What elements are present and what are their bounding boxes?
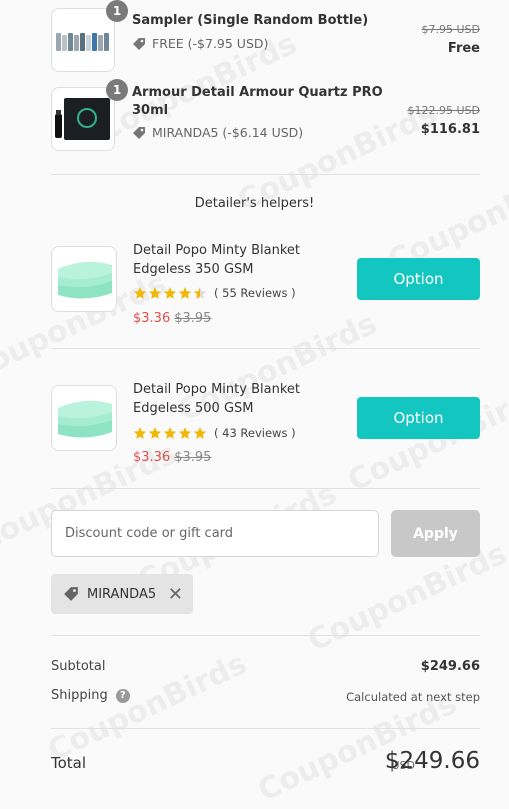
- upsell-item-title: Detail Popo Minty Blanket Edgeless 500 G…: [133, 380, 300, 418]
- divider: [51, 635, 480, 636]
- line-item-price: Free: [447, 41, 480, 56]
- product-image-armour-quartz: [51, 87, 115, 151]
- discount-code-placeholder: Discount code or gift card: [65, 526, 234, 541]
- star-icon: [148, 427, 162, 439]
- quantity-badge: 1: [106, 79, 128, 101]
- line-item-discount: MIRANDA5 (-$6.14 USD): [132, 125, 303, 140]
- star-icon: [163, 287, 177, 299]
- upsell-item-title: Detail Popo Minty Blanket Edgeless 350 G…: [133, 241, 300, 279]
- line-item-discount-text: MIRANDA5 (-$6.14 USD): [152, 125, 304, 140]
- upsell-price: $3.36 $3.95: [133, 311, 211, 326]
- upsell-section-title: Detailer's helpers!: [194, 196, 315, 211]
- applied-discount-chip: MIRANDA5 ✕: [51, 574, 193, 614]
- line-item-original-price: $7.95 USD: [421, 23, 481, 36]
- star-icon: [178, 287, 192, 299]
- help-icon[interactable]: ?: [115, 688, 130, 703]
- divider: [51, 728, 480, 729]
- line-item-discount: FREE (-$7.95 USD): [132, 36, 268, 51]
- line-item-title: Armour Detail Armour Quartz PRO 30ml: [132, 84, 383, 120]
- line-item-price: $116.81: [420, 122, 480, 137]
- quantity-badge: 1: [106, 0, 128, 22]
- line-item-discount-text: FREE (-$7.95 USD): [152, 36, 269, 51]
- rating-stars: ( 55 Reviews ): [133, 286, 296, 300]
- total-value: $249.66: [384, 748, 480, 774]
- sale-price: $3.36: [133, 311, 171, 326]
- star-half-icon: [193, 287, 207, 299]
- upsell-item-title-line1: Detail Popo Minty Blanket: [133, 243, 300, 258]
- divider: [51, 348, 480, 349]
- line-item-original-price: $122.95 USD: [407, 104, 481, 117]
- star-icon: [133, 427, 147, 439]
- subtotal-label: Subtotal: [51, 659, 106, 674]
- sale-price: $3.36: [133, 450, 171, 465]
- upsell-price: $3.36 $3.95: [133, 450, 211, 465]
- divider: [51, 488, 480, 489]
- product-image-minty-blanket-500: [51, 385, 117, 451]
- applied-discount-code: MIRANDA5: [87, 586, 157, 602]
- tag-icon: [133, 126, 145, 139]
- product-image-minty-blanket-350: [51, 246, 117, 312]
- upsell-item-title-line2: Edgeless 350 GSM: [133, 262, 254, 277]
- product-image-sampler: [51, 8, 115, 72]
- line-item-title: Sampler (Single Random Bottle): [132, 13, 369, 28]
- shipping-label-row: Shipping?: [51, 688, 130, 703]
- apply-button[interactable]: Apply: [391, 510, 480, 557]
- shipping-label: Shipping: [51, 688, 108, 703]
- original-price: $3.95: [174, 311, 212, 326]
- option-button[interactable]: Option: [357, 258, 480, 300]
- upsell-item-title-line1: Detail Popo Minty Blanket: [133, 382, 300, 397]
- line-item-title-line1: Armour Detail Armour Quartz PRO: [132, 85, 383, 100]
- original-price: $3.95: [174, 450, 212, 465]
- star-icon: [178, 427, 192, 439]
- line-item-title-line2: 30ml: [132, 103, 169, 118]
- star-icon: [163, 427, 177, 439]
- option-button[interactable]: Option: [357, 397, 480, 439]
- total-label: Total: [51, 754, 87, 772]
- divider: [51, 174, 480, 175]
- tag-icon: [64, 587, 78, 601]
- shipping-value: Calculated at next step: [346, 690, 480, 704]
- star-icon: [148, 287, 162, 299]
- discount-code-input[interactable]: Discount code or gift card: [51, 510, 379, 557]
- star-icon: [133, 287, 147, 299]
- remove-discount-icon[interactable]: ✕: [168, 584, 183, 605]
- tag-icon: [133, 37, 145, 50]
- subtotal-value: $249.66: [420, 659, 480, 674]
- upsell-item-title-line2: Edgeless 500 GSM: [133, 401, 254, 416]
- rating-stars: ( 43 Reviews ): [133, 426, 296, 440]
- review-count[interactable]: ( 55 Reviews ): [214, 286, 296, 300]
- star-icon: [193, 427, 207, 439]
- review-count[interactable]: ( 43 Reviews ): [214, 426, 296, 440]
